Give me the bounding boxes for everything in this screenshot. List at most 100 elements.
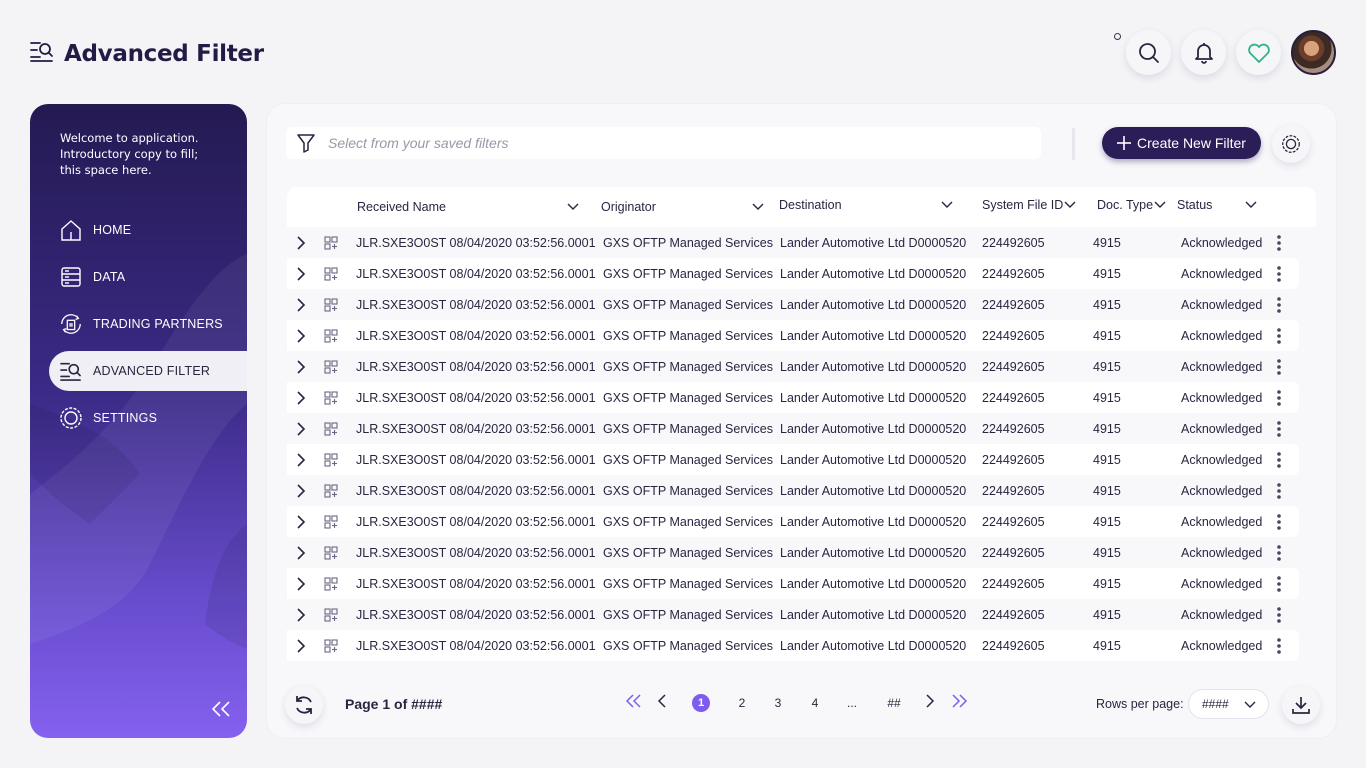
- table-row[interactable]: JLR.SXE3O0ST 08/04/2020 03:52:56.0001 GXS…: [287, 475, 1316, 506]
- table-row[interactable]: JLR.SXE3O0ST 08/04/2020 03:52:56.0001 GXS…: [287, 320, 1299, 351]
- collapse-sidebar-button[interactable]: [210, 701, 232, 722]
- column-status[interactable]: Status: [1177, 185, 1257, 225]
- sidebar-item-data[interactable]: DATA: [49, 257, 247, 297]
- table-row[interactable]: JLR.SXE3O0ST 08/04/2020 03:52:56.0001 GXS…: [287, 351, 1316, 382]
- row-details-button[interactable]: [324, 351, 338, 382]
- table-row[interactable]: JLR.SXE3O0ST 08/04/2020 03:52:56.0001 GXS…: [287, 630, 1299, 661]
- search-button[interactable]: [1126, 30, 1171, 75]
- download-button[interactable]: [1282, 686, 1320, 724]
- rows-per-page-select[interactable]: ####: [1188, 689, 1269, 719]
- row-actions-button[interactable]: [1277, 351, 1281, 382]
- row-details-button[interactable]: [324, 630, 338, 661]
- row-actions-button[interactable]: [1277, 475, 1281, 506]
- row-details-button[interactable]: [324, 382, 338, 413]
- saved-filters-placeholder: Select from your saved filters: [328, 135, 509, 151]
- expand-row-button[interactable]: [296, 475, 306, 506]
- row-actions-button[interactable]: [1277, 413, 1281, 444]
- first-page-button[interactable]: [625, 694, 643, 713]
- row-details-button[interactable]: [324, 413, 338, 444]
- row-actions-button[interactable]: [1277, 382, 1281, 413]
- expand-row-button[interactable]: [296, 320, 306, 351]
- row-details-button[interactable]: [324, 537, 338, 568]
- row-actions-button[interactable]: [1277, 630, 1281, 661]
- expand-row-button[interactable]: [296, 630, 306, 661]
- notifications-button[interactable]: [1181, 30, 1226, 75]
- chevron-left-icon: [657, 694, 666, 708]
- page-ellipsis: ...: [846, 696, 857, 710]
- row-details-button[interactable]: [324, 568, 338, 599]
- expand-row-button[interactable]: [296, 382, 306, 413]
- table-row[interactable]: JLR.SXE3O0ST 08/04/2020 03:52:56.0001 GXS…: [287, 444, 1299, 475]
- prev-page-button[interactable]: [657, 694, 667, 713]
- row-details-button[interactable]: [324, 320, 338, 351]
- row-details-button[interactable]: [324, 444, 338, 475]
- status-cell: Acknowledged: [1181, 266, 1263, 281]
- chevron-right-icon: [297, 359, 306, 374]
- filter-settings-button[interactable]: [1272, 125, 1310, 163]
- row-actions-button[interactable]: [1277, 537, 1281, 568]
- expand-row-button[interactable]: [296, 289, 306, 320]
- row-details-button[interactable]: [324, 506, 338, 537]
- table-row[interactable]: JLR.SXE3O0ST 08/04/2020 03:52:56.0001 GXS…: [287, 258, 1299, 289]
- expand-row-button[interactable]: [296, 506, 306, 537]
- expand-row-button[interactable]: [296, 258, 306, 289]
- page-button[interactable]: 2: [733, 696, 751, 710]
- column-destination[interactable]: Destination: [779, 185, 954, 225]
- destination-cell: Lander Automotive Ltd D0000520: [780, 297, 967, 312]
- grid-icon: [324, 483, 338, 498]
- expand-row-button[interactable]: [296, 599, 306, 630]
- expand-row-button[interactable]: [296, 227, 306, 258]
- row-details-button[interactable]: [324, 599, 338, 630]
- sidebar-item-home[interactable]: HOME: [49, 210, 247, 250]
- destination-cell: Lander Automotive Ltd D0000520: [780, 359, 967, 374]
- row-details-button[interactable]: [324, 289, 338, 320]
- table-row[interactable]: JLR.SXE3O0ST 08/04/2020 03:52:56.0001 GXS…: [287, 537, 1316, 568]
- favorites-button[interactable]: [1236, 30, 1281, 75]
- user-avatar[interactable]: [1291, 30, 1336, 75]
- sidebar-item-advanced-filter[interactable]: ADVANCED FILTER: [49, 351, 247, 391]
- row-actions-button[interactable]: [1277, 568, 1281, 599]
- expand-row-button[interactable]: [296, 351, 306, 382]
- column-system-file-id[interactable]: System File ID: [982, 185, 1082, 225]
- grid-icon: [324, 390, 338, 405]
- expand-row-button[interactable]: [296, 413, 306, 444]
- row-actions-button[interactable]: [1277, 444, 1281, 475]
- page-button[interactable]: ##: [885, 696, 903, 710]
- received-name-cell: JLR.SXE3O0ST 08/04/2020 03:52:56.0001: [356, 297, 596, 312]
- row-details-button[interactable]: [324, 258, 338, 289]
- table-row[interactable]: JLR.SXE3O0ST 08/04/2020 03:52:56.0001 GXS…: [287, 413, 1316, 444]
- column-originator[interactable]: Originator: [601, 187, 766, 227]
- originator-cell: GXS OFTP Managed Services: [603, 483, 773, 498]
- last-page-button[interactable]: [950, 694, 968, 713]
- chevron-right-icon: [297, 452, 306, 467]
- row-actions-button[interactable]: [1277, 599, 1281, 630]
- table-row[interactable]: JLR.SXE3O0ST 08/04/2020 03:52:56.0001 GXS…: [287, 568, 1299, 599]
- saved-filters-select[interactable]: Select from your saved filters: [286, 127, 1041, 159]
- next-page-button[interactable]: [925, 694, 935, 713]
- table-row[interactable]: JLR.SXE3O0ST 08/04/2020 03:52:56.0001 GXS…: [287, 506, 1299, 537]
- expand-row-button[interactable]: [296, 568, 306, 599]
- row-actions-button[interactable]: [1277, 258, 1281, 289]
- row-actions-button[interactable]: [1277, 506, 1281, 537]
- row-details-button[interactable]: [324, 475, 338, 506]
- table-row[interactable]: JLR.SXE3O0ST 08/04/2020 03:52:56.0001 GXS…: [287, 289, 1316, 320]
- row-actions-button[interactable]: [1277, 289, 1281, 320]
- refresh-button[interactable]: [285, 686, 323, 724]
- table-row[interactable]: JLR.SXE3O0ST 08/04/2020 03:52:56.0001 GXS…: [287, 382, 1299, 413]
- column-doc-type[interactable]: Doc. Type: [1097, 185, 1169, 225]
- page-button-current[interactable]: 1: [692, 694, 710, 712]
- column-received-name[interactable]: Received Name: [357, 187, 582, 227]
- table-row[interactable]: JLR.SXE3O0ST 08/04/2020 03:52:56.0001 GXS…: [287, 599, 1316, 630]
- table-row[interactable]: JLR.SXE3O0ST 08/04/2020 03:52:56.0001 GXS…: [287, 227, 1316, 258]
- row-actions-button[interactable]: [1277, 320, 1281, 351]
- originator-cell: GXS OFTP Managed Services: [603, 359, 773, 374]
- row-details-button[interactable]: [324, 227, 338, 258]
- expand-row-button[interactable]: [296, 537, 306, 568]
- page-button[interactable]: 3: [769, 696, 787, 710]
- sidebar-item-trading-partners[interactable]: TRADING PARTNERS: [49, 304, 247, 344]
- page-button[interactable]: 4: [806, 696, 824, 710]
- expand-row-button[interactable]: [296, 444, 306, 475]
- sidebar-item-settings[interactable]: SETTINGS: [49, 398, 247, 438]
- row-actions-button[interactable]: [1277, 227, 1281, 258]
- create-new-filter-button[interactable]: Create New Filter: [1102, 127, 1261, 159]
